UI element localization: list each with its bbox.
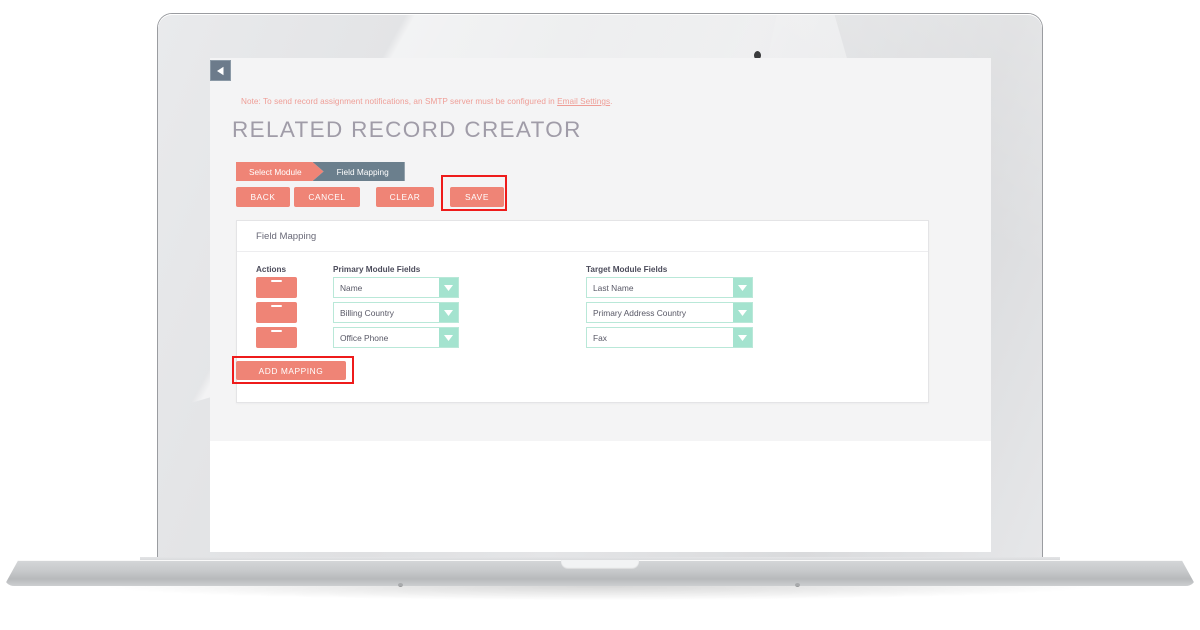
minus-icon (271, 330, 282, 332)
clear-button[interactable]: CLEAR (376, 187, 434, 207)
remove-mapping-button[interactable] (256, 327, 297, 348)
breadcrumb-step-label: Select Module (249, 166, 302, 177)
smtp-note-prefix: Note: To send record assignment notifica… (241, 97, 558, 106)
chevron-down-icon[interactable] (733, 328, 752, 347)
target-field-value: Fax (593, 332, 607, 343)
target-field-select[interactable]: Primary Address Country (586, 302, 753, 323)
chevron-down-icon[interactable] (439, 278, 458, 297)
target-field-select[interactable]: Last Name (586, 277, 753, 298)
chevron-down-icon[interactable] (733, 278, 752, 297)
primary-field-value: Office Phone (340, 332, 389, 343)
minus-icon (271, 280, 282, 282)
email-settings-link[interactable]: Email Settings (557, 97, 610, 106)
back-button[interactable]: BACK (236, 187, 290, 207)
column-header-primary: Primary Module Fields (333, 265, 421, 274)
breadcrumb-step-label: Field Mapping (336, 166, 389, 177)
cancel-button[interactable]: CANCEL (294, 187, 360, 207)
back-triangle-icon[interactable] (210, 60, 231, 81)
add-mapping-button[interactable]: ADD MAPPING (236, 361, 346, 380)
primary-field-select[interactable]: Name (333, 277, 459, 298)
card-title: Field Mapping (256, 231, 317, 242)
chevron-down-icon[interactable] (439, 303, 458, 322)
chevron-down-icon[interactable] (733, 303, 752, 322)
smtp-note: Note: To send record assignment notifica… (241, 97, 612, 106)
laptop-mockup: Note: To send record assignment notifica… (0, 0, 1200, 630)
app-page-blank-area (210, 441, 991, 552)
target-field-select[interactable]: Fax (586, 327, 753, 348)
column-header-actions: Actions (256, 265, 287, 274)
primary-field-value: Billing Country (340, 307, 394, 318)
column-header-target: Target Module Fields (586, 265, 668, 274)
smtp-note-suffix: . (610, 97, 613, 106)
laptop-base-notch (561, 560, 639, 569)
save-button[interactable]: SAVE (450, 187, 504, 207)
remove-mapping-button[interactable] (256, 277, 297, 298)
minus-icon (271, 305, 282, 307)
screen: Note: To send record assignment notifica… (210, 58, 991, 552)
remove-mapping-button[interactable] (256, 302, 297, 323)
chevron-down-icon[interactable] (439, 328, 458, 347)
breadcrumb-step-select-module[interactable]: Select Module (236, 162, 324, 181)
target-field-value: Primary Address Country (593, 307, 687, 318)
breadcrumb: Select Module Field Mapping (236, 162, 405, 181)
primary-field-select[interactable]: Office Phone (333, 327, 459, 348)
target-field-value: Last Name (593, 282, 634, 293)
primary-field-value: Name (340, 282, 363, 293)
card-header (237, 221, 928, 252)
laptop-drop-shadow (110, 586, 1090, 600)
breadcrumb-step-field-mapping[interactable]: Field Mapping (312, 162, 405, 181)
page-title: RELATED RECORD CREATOR (232, 117, 582, 142)
primary-field-select[interactable]: Billing Country (333, 302, 459, 323)
